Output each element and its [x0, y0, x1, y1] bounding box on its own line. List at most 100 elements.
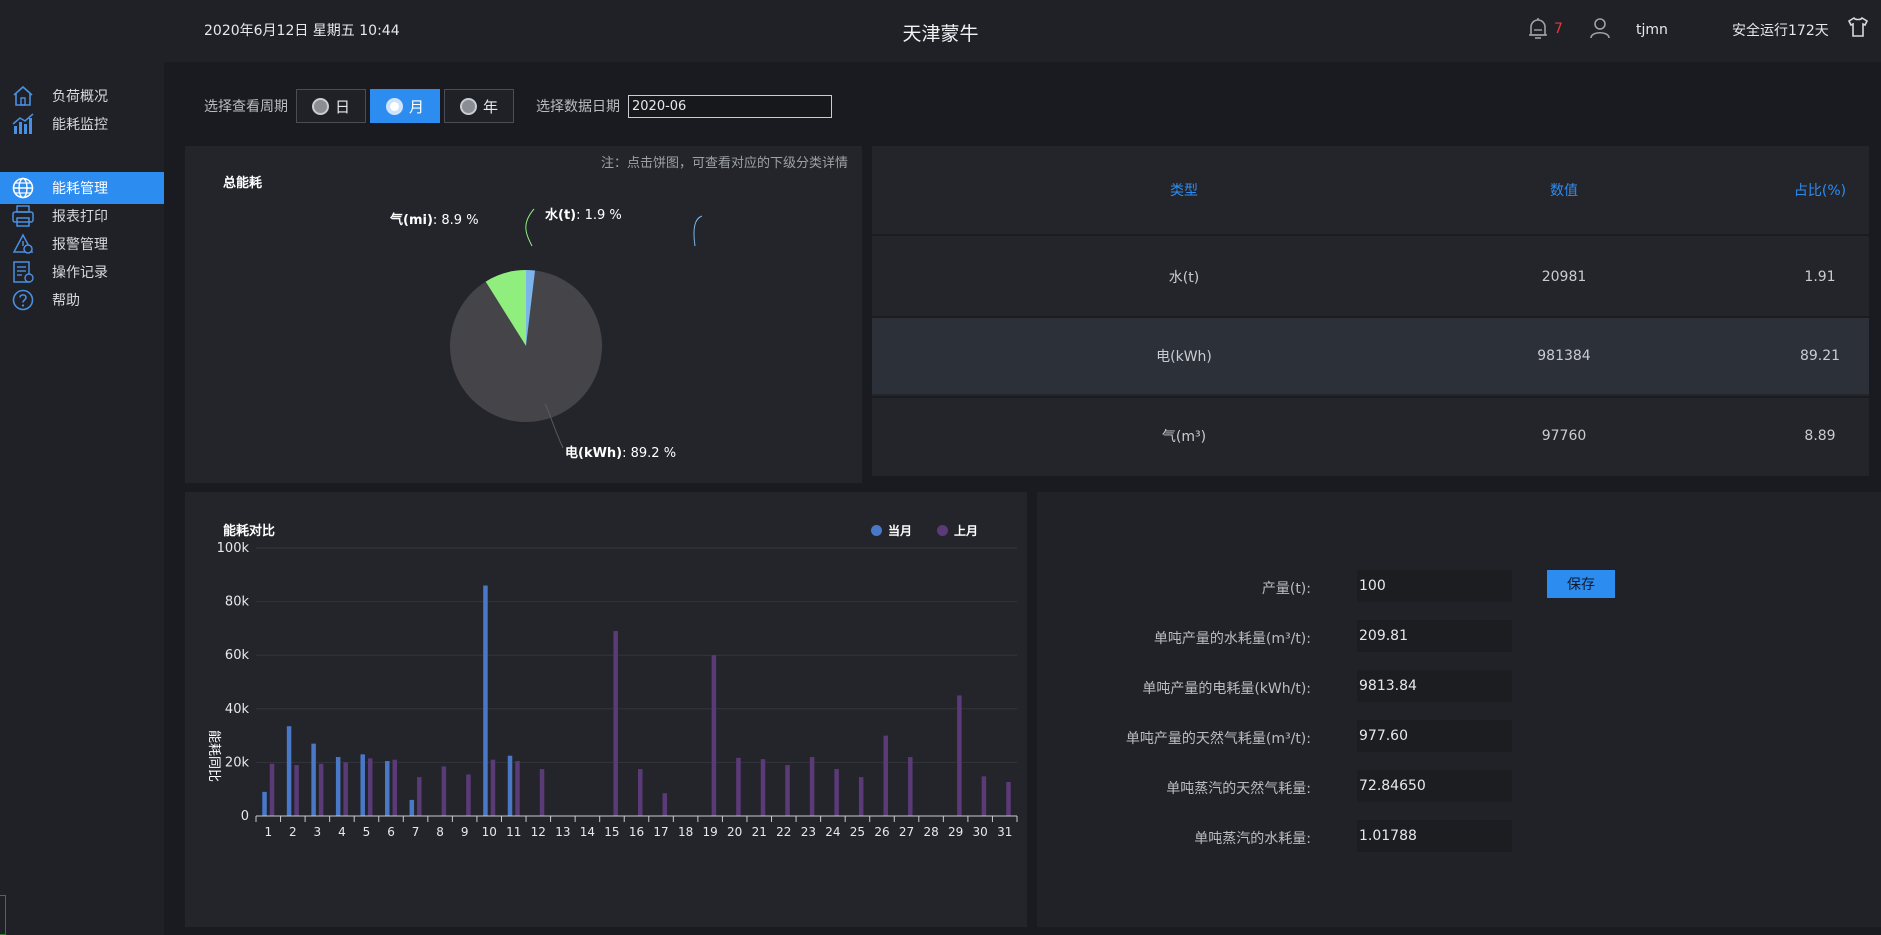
- bar-previous-month[interactable]: [466, 774, 471, 816]
- bar-previous-month[interactable]: [785, 765, 790, 816]
- table-row[interactable]: 气(m³) 97760 8.89: [872, 396, 1869, 474]
- x-tick-label: 25: [850, 825, 865, 839]
- bar-previous-month[interactable]: [834, 769, 839, 816]
- pie-label-water: 水(t): 1.9 %: [545, 207, 622, 223]
- stat-row: 单吨产量的天然气耗量(m³/t): 977.60: [1037, 720, 1881, 752]
- bar-previous-month[interactable]: [343, 762, 348, 816]
- x-tick-label: 6: [387, 825, 395, 839]
- home-icon: [13, 85, 33, 106]
- sidebar-item-help[interactable]: 帮助: [0, 284, 164, 316]
- y-tick-label: 0: [241, 809, 249, 824]
- x-tick-label: 14: [580, 825, 595, 839]
- bar-previous-month[interactable]: [367, 758, 373, 816]
- stat-row: 单吨产量的水耗量(m³/t): 209.81: [1037, 620, 1881, 652]
- pie-label-electricity: 电(kWh): 89.2 %: [565, 445, 676, 461]
- bar-previous-month[interactable]: [957, 695, 962, 816]
- energy-compare-panel: 能耗对比 当月 上月 能耗同比 0 20k 40k 60k 80k 100k 123456…: [185, 492, 1027, 927]
- bar-previous-month[interactable]: [269, 763, 275, 816]
- x-tick-label: 31: [997, 825, 1012, 839]
- x-tick-label: 23: [801, 825, 816, 839]
- table-header: 类型 数值 占比(%): [872, 146, 1869, 236]
- pie-chart[interactable]: 气(mi): 8.9 % 水(t): 1.9 % 电(kWh): 89.2 %: [185, 146, 862, 483]
- bar-previous-month[interactable]: [858, 777, 864, 816]
- date-input[interactable]: [628, 94, 832, 118]
- stat-row: 单吨产量的电耗量(kWh/t): 9813.84: [1037, 670, 1881, 702]
- bar-current-month[interactable]: [335, 757, 341, 816]
- user-icon[interactable]: [1588, 16, 1612, 40]
- period-filter: 选择查看周期 日 月 年 选择数据日期: [204, 89, 832, 123]
- bar-previous-month[interactable]: [760, 759, 766, 816]
- bar-previous-month[interactable]: [294, 765, 299, 816]
- stat-label: 单吨产量的天然气耗量(m³/t):: [1125, 731, 1311, 747]
- x-tick-label: 24: [825, 825, 840, 839]
- skin-icon[interactable]: [1846, 15, 1870, 39]
- period-option-month[interactable]: 月: [370, 89, 440, 123]
- bar-previous-month[interactable]: [736, 757, 741, 816]
- alarm-count-badge[interactable]: 7: [1554, 21, 1563, 37]
- bar-current-month[interactable]: [262, 791, 267, 816]
- stat-value: 9813.84: [1357, 670, 1512, 702]
- x-tick-label: 15: [604, 825, 619, 839]
- x-tick-label: 21: [752, 825, 767, 839]
- printer-icon: [12, 205, 34, 227]
- cell-type: 电(kWh): [1156, 349, 1212, 365]
- bar-previous-month[interactable]: [490, 759, 496, 816]
- stat-row: 单吨蒸汽的天然气耗量: 72.84650: [1037, 770, 1881, 802]
- help-icon: [12, 289, 34, 311]
- bar-previous-month[interactable]: [417, 777, 422, 816]
- sidebar: 负荷概况 能耗监控 能耗管理 报表打印 报警管理 操作记录 帮助: [0, 62, 164, 935]
- bar-previous-month[interactable]: [711, 655, 717, 816]
- globe-icon: [12, 177, 34, 199]
- bar-previous-month[interactable]: [809, 757, 815, 816]
- bar-current-month[interactable]: [507, 755, 513, 816]
- bar-previous-month[interactable]: [662, 793, 668, 816]
- x-tick-label: 28: [923, 825, 938, 839]
- bar-chart[interactable]: 能耗同比 020k40k60k80k100k 1 2 3 4 5 6 7 8 9 10 11 12 13…: [185, 492, 1027, 927]
- total-energy-panel: 总能耗 注：点击饼图，可查看对应的下级分类详情 气(mi): 8.9 % 水(t…: [185, 146, 862, 483]
- bar-previous-month[interactable]: [638, 769, 643, 816]
- stat-label: 单吨蒸汽的水耗量:: [1194, 831, 1311, 847]
- column-header-ratio: 占比(%): [1793, 183, 1847, 199]
- bar-current-month[interactable]: [409, 799, 415, 816]
- save-button[interactable]: 保存: [1547, 570, 1615, 598]
- bar-current-month[interactable]: [360, 754, 365, 816]
- x-tick-label: 9: [461, 825, 469, 839]
- period-label: 选择查看周期: [204, 99, 288, 115]
- username[interactable]: tjmn: [1636, 22, 1668, 38]
- x-tick-label: 30: [973, 825, 988, 839]
- period-option-year[interactable]: 年: [444, 89, 514, 123]
- bar-current-month[interactable]: [483, 585, 488, 816]
- bar-previous-month[interactable]: [392, 759, 398, 816]
- alarm-bell-icon[interactable]: [1527, 17, 1549, 41]
- bar-previous-month[interactable]: [318, 763, 324, 816]
- bar-previous-month[interactable]: [981, 776, 987, 816]
- unit-consumption-panel: 产量(t): 100 保存 单吨产量的水耗量(m³/t): 209.81 单吨产…: [1037, 492, 1881, 927]
- bar-previous-month[interactable]: [441, 766, 447, 816]
- y-axis-label: 能耗同比: [206, 730, 221, 782]
- bar-previous-month[interactable]: [908, 757, 913, 816]
- bar-current-month[interactable]: [311, 743, 316, 816]
- x-tick-label: 1: [264, 825, 272, 839]
- stat-label: 产量(t):: [1261, 581, 1311, 597]
- table-row[interactable]: 水(t) 20981 1.91: [872, 238, 1869, 316]
- table-row[interactable]: 电(kWh) 981384 89.21: [872, 316, 1869, 394]
- period-option-day[interactable]: 日: [296, 89, 366, 123]
- y-tick-label: 60k: [225, 648, 250, 663]
- bar-previous-month[interactable]: [515, 761, 520, 816]
- column-header-value: 数值: [1550, 183, 1578, 199]
- bar-current-month[interactable]: [286, 726, 292, 816]
- sidebar-item-energy-monitor[interactable]: 能耗监控: [0, 108, 164, 140]
- bar-previous-month[interactable]: [539, 769, 545, 816]
- bar-previous-month[interactable]: [883, 735, 888, 816]
- x-tick-label: 29: [948, 825, 963, 839]
- alarm-icon: [12, 233, 34, 254]
- x-tick-label: 13: [555, 825, 570, 839]
- radio-dot-icon: [311, 97, 329, 115]
- bar-previous-month[interactable]: [613, 631, 618, 816]
- output-input[interactable]: 100: [1357, 570, 1512, 602]
- sidebar-item-label: 帮助: [52, 293, 80, 309]
- bar-previous-month[interactable]: [1006, 781, 1011, 816]
- x-tick-label: 5: [363, 825, 371, 839]
- sidebar-item-label: 负荷概况: [52, 89, 108, 105]
- bar-current-month[interactable]: [385, 761, 390, 816]
